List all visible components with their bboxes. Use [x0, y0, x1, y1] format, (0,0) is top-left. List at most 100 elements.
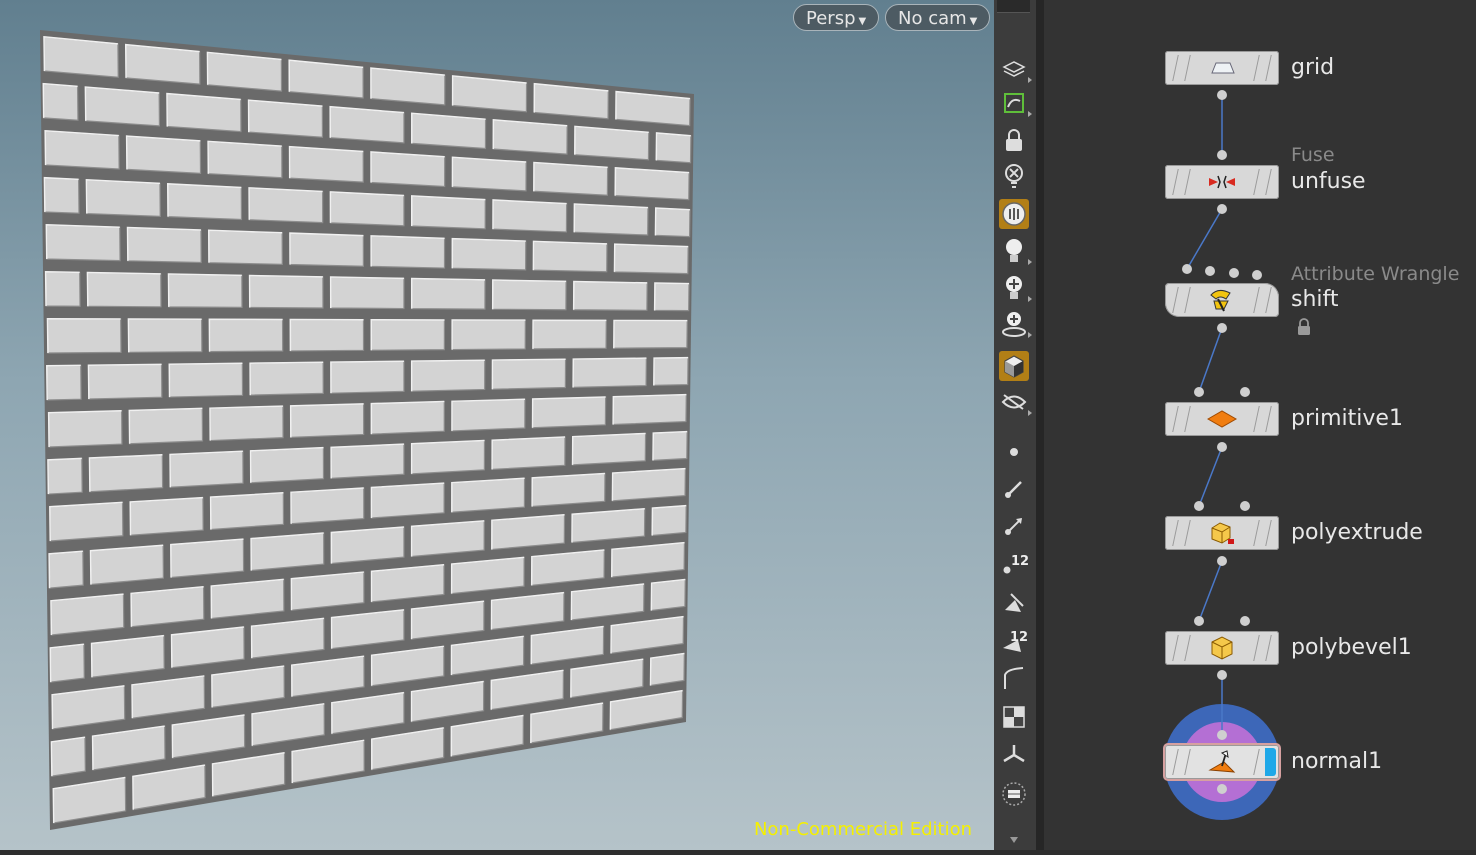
output-port[interactable] [1217, 323, 1227, 333]
brick [45, 224, 121, 262]
brick [330, 276, 405, 310]
brick [370, 482, 445, 519]
scene-viewport[interactable]: Persp ▼ No cam ▼ Non-Commercial Edition [0, 0, 994, 850]
output-port[interactable] [1217, 556, 1227, 566]
light-icon[interactable] [999, 236, 1032, 266]
polybevel-node-icon [1205, 635, 1239, 661]
camera-menu-button[interactable]: No cam ▼ [885, 4, 991, 31]
output-port[interactable] [1217, 442, 1227, 452]
curve-icon[interactable] [999, 663, 1029, 693]
brick [451, 237, 527, 271]
brick [208, 318, 284, 353]
brick [167, 273, 243, 308]
input-port[interactable] [1240, 616, 1250, 626]
input-port[interactable] [1252, 270, 1262, 280]
shading-icon[interactable] [999, 351, 1029, 381]
node-label-polyextrude: polyextrude [1291, 520, 1423, 545]
camera-label: No cam [898, 8, 967, 29]
output-port[interactable] [1217, 784, 1227, 794]
brick [289, 318, 365, 352]
brick [85, 179, 161, 217]
network-editor[interactable]: grid Fuse unfuse Attribute Wrangle shift… [1044, 0, 1476, 850]
display-toolbar: 12 12 [994, 0, 1037, 850]
brick [88, 454, 164, 493]
input-port[interactable] [1194, 501, 1204, 511]
brick [573, 280, 648, 311]
headlight-icon[interactable] [999, 273, 1032, 303]
checker-icon[interactable] [999, 702, 1029, 732]
pane-divider[interactable] [1036, 0, 1044, 850]
perspective-label: Persp [806, 8, 856, 29]
output-port[interactable] [1217, 670, 1227, 680]
brick [532, 240, 608, 273]
node-unfuse[interactable] [1165, 165, 1279, 199]
node-shift[interactable] [1165, 283, 1279, 317]
brick [168, 362, 244, 398]
brick [210, 492, 285, 531]
perspective-menu-button[interactable]: Persp ▼ [793, 4, 880, 31]
brick [46, 364, 82, 401]
input-port[interactable] [1240, 501, 1250, 511]
brick [87, 363, 163, 400]
input-port[interactable] [1182, 264, 1192, 274]
select-icon[interactable] [999, 88, 1032, 118]
brick [370, 400, 445, 435]
brick [411, 439, 486, 475]
brick [49, 501, 124, 542]
layers-icon[interactable] [999, 54, 1032, 84]
prim-numbers-icon[interactable]: 12 [999, 625, 1029, 655]
vector-icon[interactable] [999, 511, 1029, 541]
brick [531, 396, 607, 429]
output-port[interactable] [1217, 204, 1227, 214]
point-icon[interactable] [999, 437, 1029, 467]
brick [249, 361, 324, 396]
brick [330, 526, 405, 565]
lock-icon[interactable] [1296, 318, 1312, 340]
brick [169, 450, 244, 488]
input-port[interactable] [1240, 387, 1250, 397]
node-polybevel1[interactable] [1165, 631, 1279, 665]
scroll-down-icon[interactable] [999, 825, 1029, 855]
chevron-down-icon: ▼ [969, 16, 978, 27]
brick [653, 357, 689, 386]
brick [370, 151, 446, 188]
node-normal1[interactable] [1165, 745, 1279, 779]
brick [89, 544, 165, 586]
node-grid[interactable] [1165, 51, 1279, 85]
toolbar-expand-tab[interactable] [997, 0, 1030, 13]
brick [654, 207, 691, 238]
input-port[interactable] [1194, 616, 1204, 626]
display-flag[interactable] [1265, 748, 1276, 776]
input-port[interactable] [1229, 268, 1239, 278]
brick [613, 319, 688, 349]
fuse-node-icon [1205, 169, 1239, 195]
input-port[interactable] [1205, 266, 1215, 276]
node-polyextrude[interactable] [1165, 516, 1279, 550]
display-options-icon[interactable] [999, 199, 1029, 229]
input-port[interactable] [1194, 387, 1204, 397]
brick [84, 86, 161, 127]
ghost-icon[interactable] [999, 162, 1029, 192]
light-manager-icon[interactable] [999, 309, 1032, 339]
menu-icon[interactable] [999, 779, 1029, 809]
brick [129, 496, 204, 536]
node-type-unfuse: Fuse [1291, 144, 1335, 166]
origin-icon[interactable] [999, 740, 1029, 770]
node-primitive1[interactable] [1165, 402, 1279, 436]
visibility-icon[interactable] [999, 387, 1032, 417]
brick [411, 277, 486, 310]
brick [532, 319, 607, 350]
clip-icon[interactable] [999, 588, 1029, 618]
input-port[interactable] [1217, 730, 1227, 740]
lock-icon[interactable] [999, 125, 1029, 155]
output-port[interactable] [1217, 90, 1227, 100]
brick [531, 472, 606, 508]
input-port[interactable] [1217, 150, 1227, 160]
edition-watermark: Non-Commercial Edition [753, 819, 972, 840]
node-type-shift: Attribute Wrangle [1291, 263, 1460, 285]
point-numbers-icon[interactable]: 12 [999, 548, 1029, 578]
normals-icon[interactable] [999, 474, 1029, 504]
brick [649, 652, 685, 687]
node-label-unfuse: unfuse [1291, 169, 1366, 194]
brick [288, 146, 364, 183]
